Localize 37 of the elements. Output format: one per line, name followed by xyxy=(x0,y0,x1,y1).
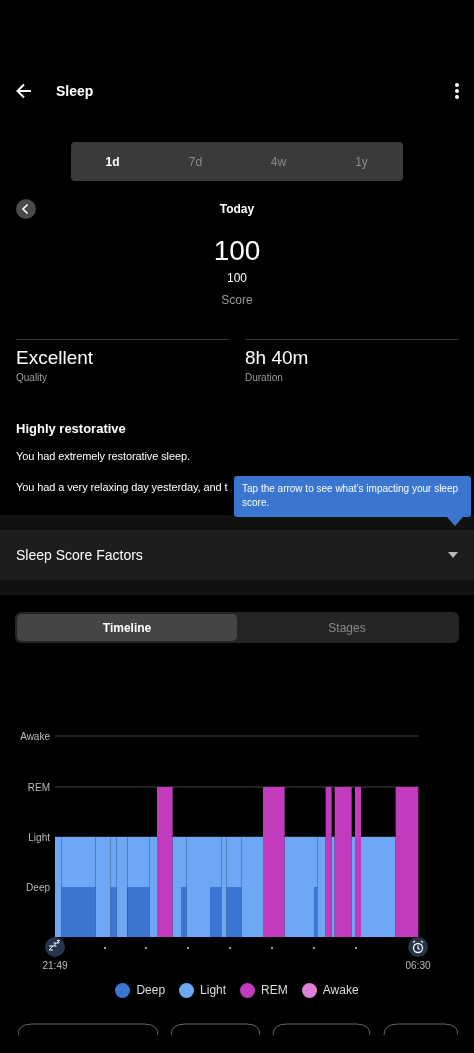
score-value: 100 xyxy=(213,235,261,267)
legend-label: Light xyxy=(200,983,227,997)
alarm-clock-icon xyxy=(408,937,428,957)
end-time: 06:30 xyxy=(405,960,431,971)
sleep-score-factors-row[interactable]: Sleep Score Factors xyxy=(0,530,474,580)
legend-label: Deep xyxy=(136,983,166,997)
stat-value: 8h 40m xyxy=(245,347,309,369)
back-arrow-icon[interactable] xyxy=(14,81,34,101)
tooltip: Tap the arrow to see what’s impacting your sleep score. xyxy=(234,476,471,517)
stat-label: Quality xyxy=(16,372,48,383)
tooltip-pointer xyxy=(447,517,463,526)
stage-label: Deep xyxy=(26,882,50,893)
period-tab[interactable]: 4w xyxy=(237,142,320,181)
more-options-icon[interactable] xyxy=(454,82,460,100)
view-tab[interactable]: Stages xyxy=(237,614,457,641)
start-time: 21:49 xyxy=(42,960,68,971)
stat-label: Duration xyxy=(245,372,283,383)
period-tab[interactable]: 1d xyxy=(71,142,154,181)
score-label: Score xyxy=(221,293,253,307)
score-subvalue: 100 xyxy=(227,271,247,285)
legend-label: REM xyxy=(261,983,288,997)
summary-heading: Highly restorative xyxy=(16,421,127,436)
legend-label: Awake xyxy=(322,983,359,997)
caret-icon xyxy=(448,552,458,558)
stat-value: Excellent xyxy=(16,347,94,369)
summary-text: You had extremely restorative sleep. xyxy=(16,450,190,462)
summary-text: You had a very relaxing day yesterday, and t xyxy=(16,481,228,493)
period-tab[interactable]: 1y xyxy=(320,142,403,181)
stage-label: Light xyxy=(28,832,50,843)
period-tab[interactable]: 7d xyxy=(154,142,237,181)
sleep-start-icon xyxy=(45,937,65,957)
date-label: Today xyxy=(219,202,255,216)
previous-day-button[interactable] xyxy=(16,199,36,219)
view-tab[interactable]: Timeline xyxy=(17,614,237,641)
stage-label: REM xyxy=(27,782,50,793)
stage-label: Awake xyxy=(20,731,50,742)
screen-title: Sleep xyxy=(56,83,95,99)
